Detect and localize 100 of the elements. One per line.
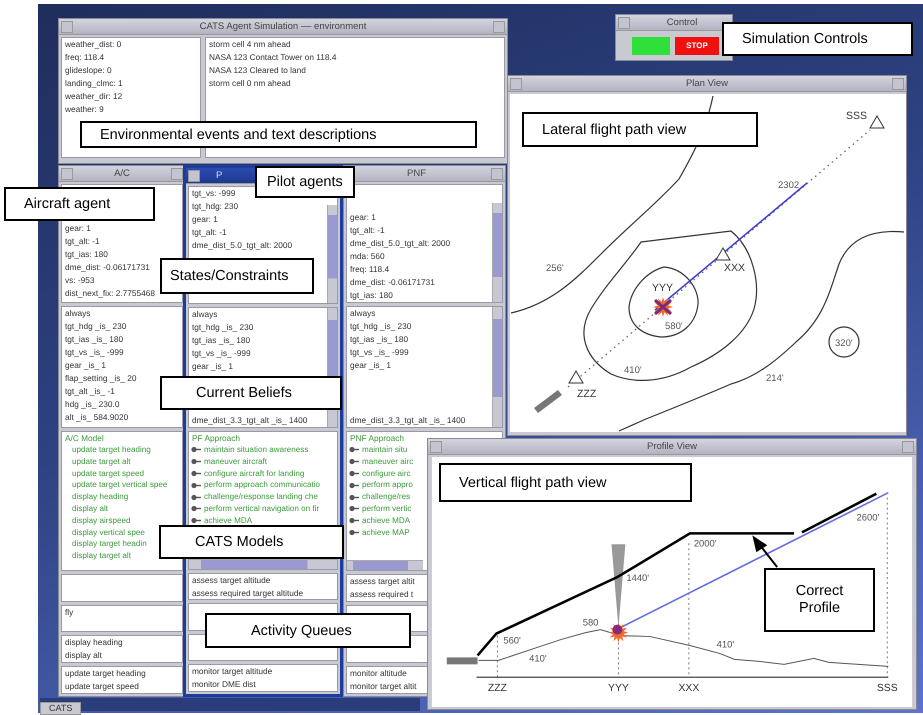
scrollbar[interactable] <box>327 205 337 304</box>
model-item[interactable]: challenge/response landing che <box>204 491 318 504</box>
elevation-label: 2302 <box>778 180 800 191</box>
queue-item: fly <box>65 606 74 619</box>
model-title[interactable]: PNF Approach <box>350 432 404 444</box>
altitude-label: 580 <box>582 616 598 628</box>
goal-icon <box>191 446 201 454</box>
model-item[interactable]: achieve MAP <box>362 526 410 538</box>
stop-button[interactable]: STOP <box>675 36 719 54</box>
window-title: Control <box>666 17 698 28</box>
goal-icon <box>349 470 359 477</box>
pointer-arrow <box>752 535 778 568</box>
model-item[interactable]: display alt <box>72 503 108 515</box>
callout-label: Activity Queues <box>205 613 411 648</box>
taskbar-item[interactable]: CATS <box>40 702 82 714</box>
model-item[interactable]: perform appro <box>362 479 413 492</box>
maximize-button[interactable] <box>491 168 503 180</box>
model-title[interactable]: A/C Model <box>65 432 104 444</box>
model-item[interactable]: perform approach communicatio <box>204 479 320 492</box>
maximize-button[interactable] <box>892 78 904 90</box>
belief-text: hdg _is_ 230.0 <box>65 398 120 412</box>
state-text: gear: 1 <box>192 213 218 226</box>
callout-label: Aircraft agent <box>4 187 155 221</box>
model-item[interactable]: display vertical spee <box>72 526 145 538</box>
state-text: tgt_vs: -999 <box>192 187 236 200</box>
model-title[interactable]: PF Approach <box>192 432 240 444</box>
state-text: tgt_alt: -1 <box>350 224 385 238</box>
goal-icon <box>191 482 201 489</box>
model-item[interactable]: maintain situation awareness <box>204 444 308 456</box>
goal-icon <box>349 528 359 536</box>
waypoint-label: SSS <box>846 110 868 122</box>
model-item[interactable]: challenge/res <box>362 491 410 503</box>
state-text: dme_dist: -0.06171731 <box>65 261 150 274</box>
callout-label: Environmental events and text descriptions <box>80 121 477 148</box>
aircraft-marker <box>608 622 628 643</box>
go-button[interactable] <box>632 36 670 54</box>
belief-text: tgt_vs _is_ -999 <box>192 347 251 360</box>
model-item[interactable]: display target alt <box>72 550 131 562</box>
scrollbar[interactable] <box>492 307 502 428</box>
maximize-button[interactable] <box>902 440 914 452</box>
goal-icon <box>349 458 359 466</box>
belief-text: tgt_ias _is_ 180 <box>350 333 408 346</box>
variable-text: weather_dist: 0 <box>65 38 122 51</box>
goal-icon <box>191 517 201 524</box>
queue-item: assess target altitude <box>192 574 270 587</box>
queue-item: monitor target altitude <box>192 665 272 678</box>
model-item[interactable]: update target speed <box>72 468 144 480</box>
model-item[interactable]: maintain situ <box>362 444 408 456</box>
model-item[interactable]: display target headin <box>72 538 147 550</box>
message-text: NASA 123 Contact Tower on 118.4 <box>209 51 336 64</box>
message-text: storm cell 4 nm ahead <box>209 38 291 51</box>
belief-text: alt _is_ 584.9020 <box>65 411 128 424</box>
state-text: gear: 1 <box>350 211 376 224</box>
model-item[interactable]: update target vertical spee <box>72 479 168 492</box>
variable-text: freq: 118.4 <box>65 51 104 64</box>
elevation-label: 410' <box>624 365 642 376</box>
belief-text: dme_dist_3.3_tgt_alt _is_ 1400 <box>192 414 308 428</box>
belief-text: tgt_hdg _is_ 230 <box>192 321 254 334</box>
belief-text: flap_setting _is_ 20 <box>65 372 136 386</box>
window-menu-button[interactable] <box>188 170 200 182</box>
queue-item: assess required target altitude <box>192 586 304 600</box>
waypoint-label: ZZZ <box>488 683 507 694</box>
altitude-label: 560' <box>503 634 521 646</box>
model-item[interactable]: update target heading <box>72 444 151 456</box>
model-item[interactable]: display airspeed <box>72 514 130 527</box>
variable-text: weather: 9 <box>65 103 104 116</box>
maximize-button[interactable] <box>493 20 505 32</box>
scrollbar[interactable] <box>347 560 423 570</box>
queue-item: assess required t <box>350 588 414 601</box>
state-text: tgt_ias: 180 <box>65 248 108 262</box>
model-item[interactable]: achieve MDA <box>362 514 410 527</box>
model-item[interactable]: achieve MDA <box>204 514 252 527</box>
model-item[interactable]: update target alt <box>72 456 130 468</box>
model-item[interactable]: maneuver airc <box>362 456 414 468</box>
queue-item: update target speed <box>65 680 139 693</box>
callout-label: CATS Models <box>159 525 344 559</box>
window-title: PNF <box>406 168 427 179</box>
belief-text: tgt_hdg _is_ 230 <box>350 320 412 334</box>
waypoint-label: XXX <box>678 683 700 694</box>
belief-text: tgt_vs _is_ -999 <box>350 346 409 360</box>
altitude-label: 1440' <box>626 572 650 583</box>
state-text: dme_dist: -0.06171731 <box>350 276 435 290</box>
model-item[interactable]: perform vertical navigation on fir <box>204 503 320 515</box>
model-item[interactable]: configure aircraft for landing <box>204 468 304 480</box>
elevation-label: 256' <box>546 263 564 274</box>
altitude-label: 410' <box>529 652 547 664</box>
altitude-label: 410' <box>716 638 734 650</box>
goal-icon <box>349 446 359 454</box>
model-item[interactable]: configure airc <box>362 468 411 480</box>
model-item[interactable]: display heading <box>72 491 128 503</box>
scrollbar[interactable] <box>189 558 337 569</box>
altitude-label: 2000' <box>694 537 717 548</box>
elevation-label: 580' <box>665 321 683 332</box>
queue-item: monitor altitude <box>350 667 407 680</box>
model-item[interactable]: maneuver aircraft <box>204 456 267 468</box>
model-item[interactable]: perform vertic <box>362 503 412 515</box>
callout-label: Correct Profile <box>764 568 875 632</box>
maximize-button[interactable] <box>171 168 183 180</box>
state-text: dme_dist_5.0_tgt_alt: 2000 <box>350 237 450 250</box>
scrollbar[interactable] <box>492 203 502 302</box>
